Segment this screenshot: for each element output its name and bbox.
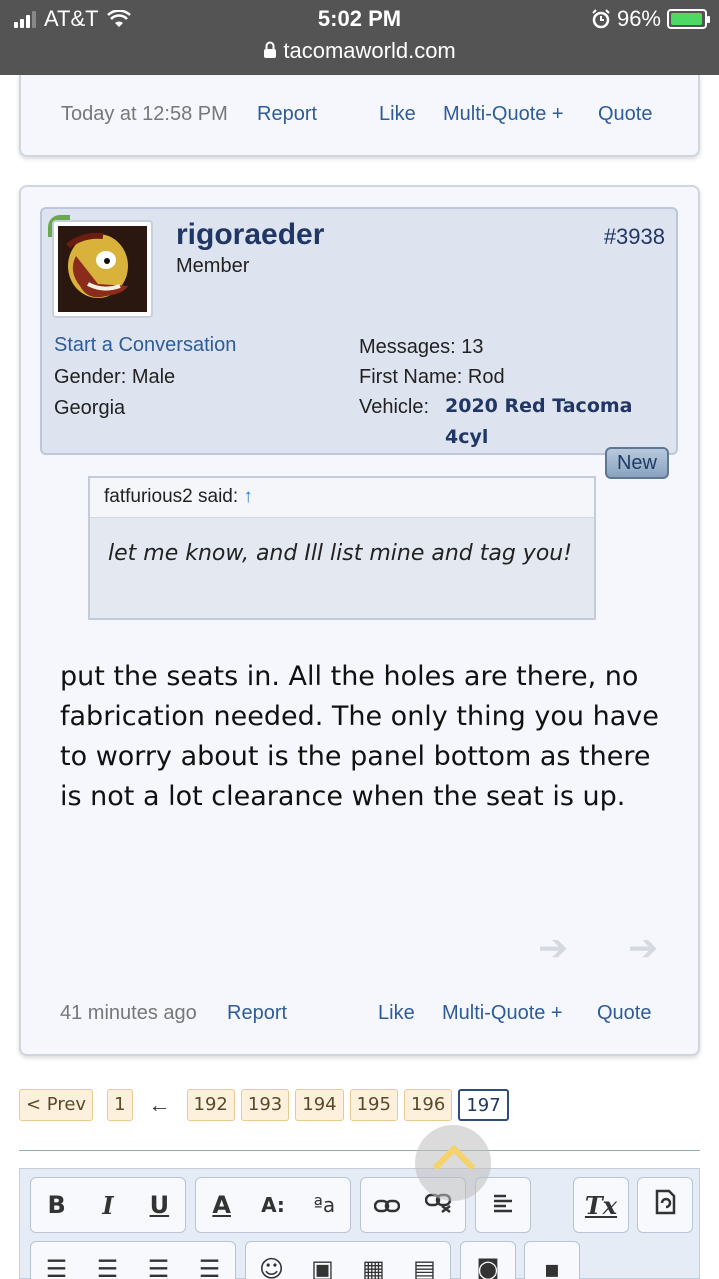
editor-toolbar: B I U A A: ªa Tx ☰ ☰ ☰ ☰ ☺ ▣ ▦ ▤ ◙ ▪ — [19, 1168, 700, 1279]
bold-button[interactable]: B — [31, 1191, 82, 1219]
italic-button[interactable]: I — [82, 1191, 133, 1220]
post-date: Today at 12:58 PM — [61, 103, 228, 125]
messages-row: Messages: 13 — [359, 336, 484, 359]
save-group: ▪ — [524, 1241, 580, 1279]
new-badge[interactable]: New — [605, 447, 669, 479]
report-link[interactable]: Report — [227, 1002, 287, 1025]
align-left-icon[interactable] — [476, 1191, 530, 1219]
page-button[interactable]: 192 — [186, 1089, 235, 1121]
image-icon[interactable]: ▣ — [297, 1255, 348, 1279]
status-right: 96% — [591, 6, 710, 32]
arrow-right-icon[interactable]: ➔ — [628, 927, 658, 969]
avatar[interactable] — [52, 220, 153, 318]
underline-button[interactable]: U — [134, 1191, 185, 1219]
battery-fill — [671, 13, 702, 25]
quote-block: fatfurious2 said: ↑ let me know, and Ill… — [88, 476, 596, 620]
scroll-to-top-button[interactable] — [415, 1125, 491, 1201]
battery-percent: 96% — [616, 6, 661, 31]
post-number-link[interactable]: #3938 — [604, 224, 665, 250]
multi-quote-link[interactable]: Multi-Quote + — [443, 103, 564, 126]
quote-header: fatfurious2 said: ↑ — [90, 478, 594, 518]
messages-label: Messages: — [359, 336, 456, 358]
insert-group: ☺ ▣ ▦ ▤ — [245, 1241, 451, 1279]
vehicle-label: Vehicle: — [359, 396, 430, 418]
post-nav-arrows: ➔ ➔ — [538, 927, 658, 969]
quote-link[interactable]: Quote — [597, 1002, 651, 1025]
page-1-button[interactable]: 1 — [107, 1089, 133, 1121]
text-style-group: B I U — [30, 1177, 186, 1233]
list-group: ☰ ☰ ☰ ☰ — [30, 1241, 236, 1279]
camera-group: ◙ — [460, 1241, 516, 1279]
remove-format-button[interactable]: Tx — [574, 1191, 628, 1220]
lock-icon — [264, 41, 277, 58]
user-title: Member — [176, 255, 250, 277]
page-button[interactable]: 194 — [295, 1089, 344, 1121]
save-draft-icon[interactable]: ▪ — [525, 1255, 579, 1279]
alarm-icon — [592, 9, 610, 29]
quote-author: fatfurious2 said: — [104, 486, 239, 507]
divider — [19, 1150, 700, 1151]
gender-label: Gender: — [54, 366, 127, 388]
font-color-button[interactable]: A — [196, 1191, 247, 1219]
arrow-left-icon[interactable]: ➔ — [538, 927, 568, 969]
quote-text: let me know, and Ill list mine and tag y… — [108, 541, 573, 566]
multi-quote-link[interactable]: Multi-Quote + — [442, 1002, 563, 1025]
location: Georgia — [54, 397, 126, 419]
post-body-text: put the seats in. All the holes are ther… — [60, 661, 659, 812]
vehicle-value-line2: 4cyl — [445, 426, 489, 448]
first-name-label: First Name: — [359, 366, 463, 388]
report-link[interactable]: Report — [257, 103, 317, 126]
font-group: A A: ªa — [195, 1177, 351, 1233]
bullet-list-icon[interactable]: ☰ — [31, 1255, 82, 1279]
page-button[interactable]: 195 — [349, 1089, 398, 1121]
first-name-row: First Name: Rod — [359, 366, 505, 389]
battery-icon — [667, 9, 710, 29]
status-bar: AT&T 5:02 PM tacomaworld.com 96% — [0, 0, 719, 75]
like-link[interactable]: Like — [378, 1002, 415, 1025]
like-link[interactable]: Like — [379, 103, 416, 126]
font-case-button[interactable]: ªa — [299, 1193, 350, 1217]
vehicle-value-line1: 2020 Red Tacoma — [445, 395, 633, 417]
link-icon[interactable] — [361, 1191, 413, 1219]
draft-group — [637, 1177, 693, 1233]
start-conversation-link[interactable]: Start a Conversation — [54, 334, 236, 357]
url-bar[interactable]: tacomaworld.com — [0, 38, 719, 64]
gender-value: Male — [131, 366, 176, 388]
avatar-image — [58, 226, 147, 312]
outdent-icon[interactable]: ☰ — [133, 1255, 184, 1279]
url-text: tacomaworld.com — [283, 38, 456, 63]
username-link[interactable]: rigoraeder — [176, 218, 324, 252]
indent-icon[interactable]: ☰ — [184, 1255, 235, 1279]
camera-icon[interactable]: ◙ — [461, 1255, 515, 1279]
post-date: 41 minutes ago — [60, 1002, 197, 1024]
font-size-button[interactable]: A: — [247, 1193, 298, 1217]
quote-link[interactable]: Quote — [598, 103, 652, 126]
current-page: 197 — [458, 1089, 509, 1121]
smiley-icon[interactable]: ☺ — [246, 1255, 297, 1279]
page-button[interactable]: 193 — [240, 1089, 290, 1121]
previous-post: Today at 12:58 PM Report Like Multi-Quot… — [19, 75, 700, 157]
pagination: < Prev 1 ← 192 193 194 195 196 197 — [19, 1088, 509, 1122]
pagination-skip-icon[interactable]: ← — [139, 1092, 181, 1118]
quote-insert-icon[interactable]: ▤ — [399, 1255, 450, 1279]
prev-page-button[interactable]: < Prev — [19, 1089, 94, 1121]
messages-value: 13 — [461, 336, 484, 358]
restore-draft-icon[interactable] — [638, 1189, 692, 1221]
media-icon[interactable]: ▦ — [348, 1255, 399, 1279]
first-name-value: Rod — [467, 366, 505, 388]
quote-source-arrow-icon[interactable]: ↑ — [243, 486, 253, 507]
remove-format-group: Tx — [573, 1177, 629, 1233]
numbered-list-icon[interactable]: ☰ — [82, 1255, 133, 1279]
page-button[interactable]: 196 — [403, 1089, 453, 1121]
gender-row: Gender: Male — [54, 366, 175, 389]
